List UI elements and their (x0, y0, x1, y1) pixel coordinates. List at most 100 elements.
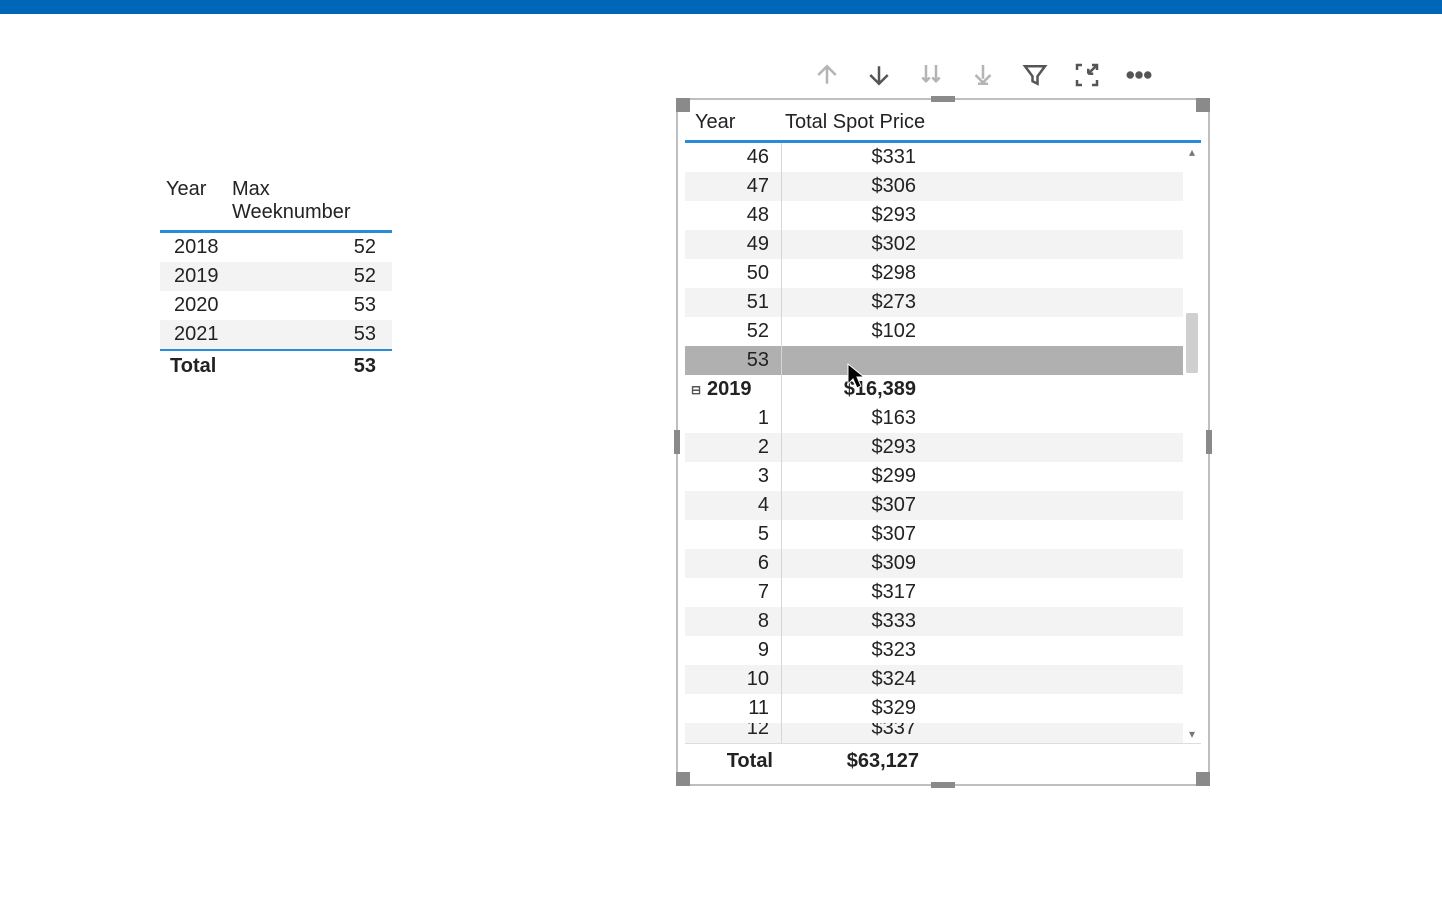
drill-down-icon[interactable] (862, 58, 896, 92)
cell-year: 47 (707, 175, 781, 198)
cell-total-spot: $309 (782, 552, 924, 575)
cell-year: 52 (707, 320, 781, 343)
cell-total-spot: $324 (782, 668, 924, 691)
cell-year: 48 (707, 204, 781, 227)
cell-total-spot: $302 (782, 233, 924, 256)
matrix-row[interactable]: 53 (685, 346, 1183, 375)
matrix-visual[interactable]: Year Total Spot Price 46$33147$30648$293… (676, 98, 1210, 786)
table-row[interactable]: 201852 (160, 233, 392, 262)
column-divider (781, 346, 782, 375)
cell-year: 5 (707, 523, 781, 546)
matrix-row[interactable]: 4$307 (685, 491, 1183, 520)
matrix-row[interactable]: 50$298 (685, 259, 1183, 288)
cell-year: 51 (707, 291, 781, 314)
matrix-row[interactable]: 46$331 (685, 143, 1183, 172)
scroll-thumb[interactable] (1186, 313, 1198, 373)
resize-handle[interactable] (1206, 430, 1212, 454)
table-max-weeknumber: Year Max Weeknumber 20185220195220205320… (160, 176, 392, 382)
cell-year: 2020 (166, 294, 232, 317)
cell-total-spot: $293 (782, 204, 924, 227)
matrix-row[interactable]: 6$309 (685, 549, 1183, 578)
matrix-row[interactable]: 5$307 (685, 520, 1183, 549)
matrix-row[interactable]: 52$102 (685, 317, 1183, 346)
cell-year: 2021 (166, 323, 232, 346)
cell-year: 9 (707, 639, 781, 662)
cell-total-spot: $307 (782, 523, 924, 546)
matrix-row[interactable]: 8$333 (685, 607, 1183, 636)
cell-total-spot: $16,389 (782, 378, 924, 401)
resize-handle[interactable] (931, 782, 955, 788)
filter-icon[interactable] (1018, 58, 1052, 92)
col-header-total-spot[interactable]: Total Spot Price (785, 111, 927, 134)
cell-max-week: 52 (232, 236, 386, 259)
matrix-row[interactable]: 3$299 (685, 462, 1183, 491)
table-row[interactable]: 201952 (160, 262, 392, 291)
cell-year: 11 (707, 697, 781, 720)
cell-total-spot: $163 (782, 407, 924, 430)
cell-total-spot: $337 (782, 723, 924, 740)
total-label: Total (689, 750, 785, 773)
cell-year: 2019 (707, 378, 781, 401)
scrollbar-vertical[interactable]: ▴ ▾ (1183, 143, 1201, 743)
matrix-row[interactable]: 10$324 (685, 665, 1183, 694)
expand-collapse-icon[interactable]: ⊟ (685, 383, 707, 397)
matrix-group-row[interactable]: ⊟2019$16,389 (685, 375, 1183, 404)
cell-year: 3 (707, 465, 781, 488)
scroll-down-icon[interactable]: ▾ (1183, 725, 1201, 743)
matrix-row[interactable]: 2$293 (685, 433, 1183, 462)
cell-total-spot: $307 (782, 494, 924, 517)
total-value: $63,127 (785, 750, 927, 773)
focus-mode-icon[interactable] (1070, 58, 1104, 92)
cell-max-week: 53 (232, 323, 386, 346)
table-total-row: Total 53 (160, 349, 392, 382)
matrix-row[interactable]: 9$323 (685, 636, 1183, 665)
cell-year: 12 (707, 723, 781, 740)
col-header-year[interactable]: Year (166, 178, 232, 224)
matrix-row[interactable]: 51$273 (685, 288, 1183, 317)
expand-level-icon[interactable] (966, 58, 1000, 92)
matrix-row[interactable]: 47$306 (685, 172, 1183, 201)
col-header-max-week[interactable]: Max Weeknumber (232, 178, 386, 224)
drill-up-icon[interactable] (810, 58, 844, 92)
cell-total-spot: $299 (782, 465, 924, 488)
cell-year: 46 (707, 146, 781, 169)
total-value: 53 (256, 355, 386, 378)
more-options-icon[interactable] (1122, 58, 1156, 92)
matrix-row[interactable]: 11$329 (685, 694, 1183, 723)
visual-toolbar (810, 58, 1156, 92)
cell-total-spot: $317 (782, 581, 924, 604)
cell-total-spot: $323 (782, 639, 924, 662)
cell-year: 2 (707, 436, 781, 459)
matrix-total-row: Total $63,127 (685, 743, 1201, 777)
matrix-body[interactable]: 46$33147$30648$29349$30250$29851$27352$1… (685, 143, 1183, 743)
next-level-icon[interactable] (914, 58, 948, 92)
cell-year: 4 (707, 494, 781, 517)
total-label: Total (166, 355, 256, 378)
cell-total-spot: $298 (782, 262, 924, 285)
resize-handle[interactable] (931, 96, 955, 102)
cell-max-week: 53 (232, 294, 386, 317)
matrix-row[interactable]: 49$302 (685, 230, 1183, 259)
col-header-year[interactable]: Year (689, 111, 785, 134)
matrix-row[interactable]: 1$163 (685, 404, 1183, 433)
cell-total-spot: $273 (782, 291, 924, 314)
cell-total-spot: $333 (782, 610, 924, 633)
cell-year: 1 (707, 407, 781, 430)
cell-total-spot: $331 (782, 146, 924, 169)
matrix-row[interactable]: 7$317 (685, 578, 1183, 607)
scroll-up-icon[interactable]: ▴ (1183, 143, 1201, 161)
matrix-row[interactable]: 12$337 (685, 723, 1183, 743)
matrix-header: Year Total Spot Price (685, 107, 1201, 143)
cell-max-week: 52 (232, 265, 386, 288)
cell-total-spot: $306 (782, 175, 924, 198)
cell-year: 8 (707, 610, 781, 633)
matrix-row[interactable]: 48$293 (685, 201, 1183, 230)
cell-year: 2018 (166, 236, 232, 259)
table-header-row: Year Max Weeknumber (160, 176, 392, 230)
cell-year: 53 (707, 349, 781, 372)
cell-year: 7 (707, 581, 781, 604)
cell-total-spot: $102 (782, 320, 924, 343)
table-row[interactable]: 202053 (160, 291, 392, 320)
resize-handle[interactable] (674, 430, 680, 454)
table-row[interactable]: 202153 (160, 320, 392, 349)
